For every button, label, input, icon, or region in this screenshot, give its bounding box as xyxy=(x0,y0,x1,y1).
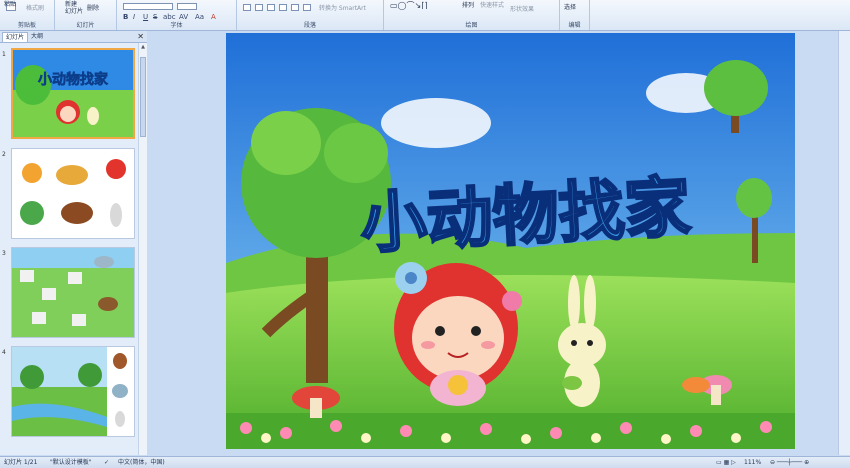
shape-effects-button[interactable]: 形状效果 xyxy=(510,6,534,13)
thumb-number: 1 xyxy=(2,51,6,58)
scroll-up-icon[interactable]: ▲ xyxy=(139,43,147,51)
thumb-number: 4 xyxy=(2,349,6,356)
slide-editor: 小动物找家 xyxy=(148,31,850,455)
paste-button[interactable]: 粘贴 xyxy=(4,1,16,8)
ribbon: 粘贴 格式刷 剪贴板 新建 幻灯片 删除 幻灯片 B I U S abc AV … xyxy=(0,0,850,31)
slide-thumb-4-image xyxy=(12,347,134,436)
line-spacing-icon[interactable] xyxy=(279,4,287,11)
zoom-slider[interactable]: ⊖ ───┼─── ⊕ xyxy=(770,458,809,467)
slides-panel: 幻灯片 大纲 ✕ 1 小动物找家 2 3 4 ▲ xyxy=(0,31,147,455)
spellcheck-icon[interactable]: ✓ xyxy=(104,458,109,467)
slide-canvas[interactable]: 小动物找家 xyxy=(226,33,795,449)
slide-thumb-4[interactable] xyxy=(11,346,135,437)
align-center-icon[interactable] xyxy=(303,4,311,11)
thumb-number: 3 xyxy=(2,250,6,257)
new-slide-button[interactable]: 新建 幻灯片 xyxy=(65,1,83,15)
thumb-title: 小动物找家 xyxy=(38,71,109,88)
panel-scrollbar[interactable]: ▲ xyxy=(138,43,147,455)
paragraph-group: 转换为 SmartArt 段落 xyxy=(237,0,384,30)
font-name-box[interactable] xyxy=(123,3,173,10)
slides-label: 幻灯片 xyxy=(76,22,95,29)
status-bar: 幻灯片 1/21 "默认设计模板" ✓ 中文(简体，中国) ▭ ▦ ▷ 111%… xyxy=(0,456,850,468)
zoom-level[interactable]: 111% xyxy=(744,458,761,467)
delete-slide-button[interactable]: 删除 xyxy=(87,5,99,12)
font-size-box[interactable] xyxy=(177,3,197,10)
thumb-number: 2 xyxy=(2,151,6,158)
slide-thumb-3-image xyxy=(12,248,134,337)
slide-image: 小动物找家 xyxy=(226,33,795,449)
editing-group: 选择 编辑 xyxy=(560,0,590,30)
slide-counter: 幻灯片 1/21 xyxy=(4,459,38,466)
bullets-icon[interactable] xyxy=(243,4,251,11)
tab-slides[interactable]: 幻灯片 xyxy=(2,32,29,42)
theme-name: "默认设计模板" xyxy=(50,459,92,466)
numbering-icon[interactable] xyxy=(255,4,263,11)
slide-thumb-2-image xyxy=(12,149,134,238)
quick-styles-button[interactable]: 快速样式 xyxy=(480,2,504,9)
panel-tabs: 幻灯片 大纲 ✕ xyxy=(0,31,147,43)
drawing-label: 绘图 xyxy=(465,22,478,29)
font-label: 字体 xyxy=(170,22,183,29)
slides-group: 新建 幻灯片 删除 幻灯片 xyxy=(55,0,117,30)
clipboard-label: 剪贴板 xyxy=(17,22,36,29)
drawing-group: ▭◯⌒↘⌈⌉ 排列 快速样式 形状效果 绘图 xyxy=(384,0,560,30)
indent-icon[interactable] xyxy=(267,4,275,11)
editor-scrollbar[interactable] xyxy=(838,31,850,455)
slide-thumb-2[interactable] xyxy=(11,148,135,239)
view-buttons[interactable]: ▭ ▦ ▷ xyxy=(716,458,736,467)
convert-smartart-button[interactable]: 转换为 SmartArt xyxy=(319,5,366,12)
align-left-icon[interactable] xyxy=(291,4,299,11)
language[interactable]: 中文(简体，中国) xyxy=(118,458,165,467)
close-icon[interactable]: ✕ xyxy=(137,31,144,42)
clipboard-group: 粘贴 格式刷 剪贴板 xyxy=(0,0,55,30)
paragraph-label: 段落 xyxy=(303,22,316,29)
slide-thumb-3[interactable] xyxy=(11,247,135,338)
format-painter-button[interactable]: 格式刷 xyxy=(26,5,44,12)
editing-label: 编辑 xyxy=(568,22,581,29)
slide-thumb-1[interactable]: 小动物找家 xyxy=(11,48,135,139)
arrange-button[interactable]: 排列 xyxy=(462,2,474,9)
font-group: B I U S abc AV Aa A 字体 xyxy=(117,0,237,30)
scroll-thumb[interactable] xyxy=(140,57,146,137)
slide-thumb-1-image: 小动物找家 xyxy=(13,50,133,137)
select-button[interactable]: 选择 xyxy=(564,4,576,11)
shapes-gallery[interactable]: ▭◯⌒↘⌈⌉ xyxy=(390,2,427,10)
tab-outline[interactable]: 大纲 xyxy=(28,32,46,41)
